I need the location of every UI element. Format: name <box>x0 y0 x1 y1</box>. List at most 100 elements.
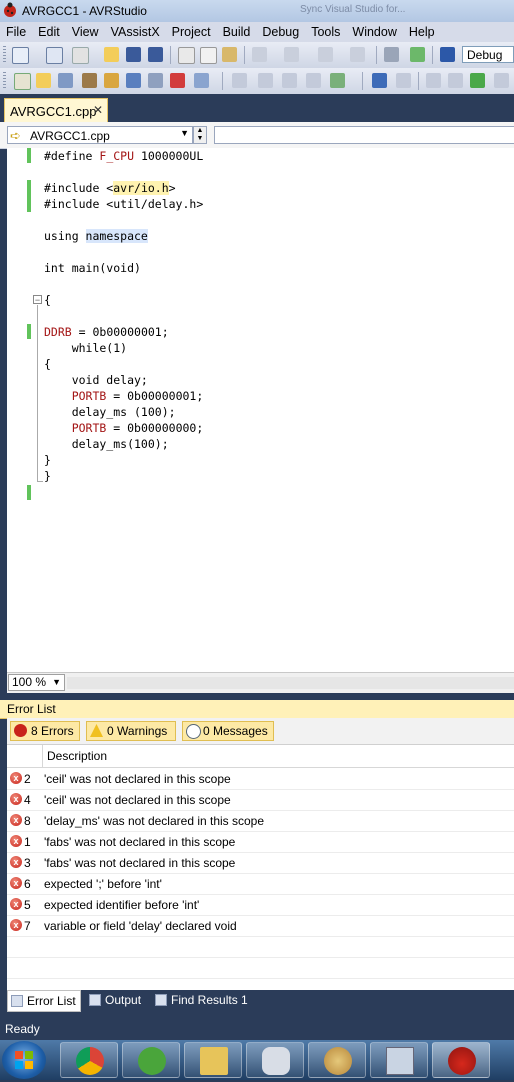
background-window-title: Sync Visual Studio for... <box>300 4 406 15</box>
stop-debugging-icon[interactable] <box>396 73 411 88</box>
undo-icon[interactable] <box>252 47 267 62</box>
outline-guide <box>37 305 38 481</box>
error-number: 3 <box>24 856 31 870</box>
document-tab-avrgcc1[interactable]: AVRGCC1.cpp ✕ <box>4 98 108 122</box>
menu-tools[interactable]: Tools <box>305 25 346 39</box>
error-message: 'fabs' was not declared in this scope <box>44 856 236 870</box>
cut-icon[interactable] <box>178 47 195 64</box>
error-row[interactable]: x 7 variable or field 'delay' declared v… <box>7 915 514 937</box>
error-row[interactable]: x 1 'fabs' was not declared in this scop… <box>7 831 514 853</box>
error-row[interactable]: x 3 'fabs' was not declared in this scop… <box>7 852 514 874</box>
save-icon[interactable] <box>126 47 141 62</box>
taskbar-explorer[interactable] <box>184 1042 242 1078</box>
close-tab-icon[interactable]: ✕ <box>93 103 103 117</box>
tab-find-results[interactable]: Find Results 1 <box>152 990 248 1012</box>
zoom-combo[interactable]: 100 % ▼ <box>8 674 65 691</box>
goto-icon[interactable] <box>126 73 141 88</box>
code-editor[interactable]: − #define F_CPU 1000000UL #include <avr/i… <box>7 148 514 672</box>
solution-config-icon[interactable] <box>384 47 399 62</box>
editor-zoom-bar: 100 % ▼ <box>7 672 514 693</box>
open-file-icon[interactable] <box>36 73 51 88</box>
code-line: DDRB = 0b00000001; <box>44 325 169 339</box>
error-row[interactable]: x 5 expected identifier before 'int' <box>7 894 514 916</box>
menu-help[interactable]: Help <box>403 25 441 39</box>
spell-check-icon[interactable] <box>170 73 185 88</box>
taskbar-calculator[interactable] <box>370 1042 428 1078</box>
step-into-icon[interactable] <box>426 73 441 88</box>
error-number: 8 <box>24 814 31 828</box>
messages-filter-button[interactable]: 0 Messages <box>182 721 274 741</box>
taskbar-paint[interactable] <box>308 1042 366 1078</box>
new-project-icon[interactable] <box>12 47 29 64</box>
refactor-icon[interactable] <box>148 73 163 88</box>
errors-filter-button[interactable]: 8 Errors <box>10 721 80 741</box>
title-bar: AVRGCC1 - AVRStudio Sync Visual Studio f… <box>0 0 514 22</box>
redo-icon[interactable] <box>284 47 299 62</box>
taskbar-chrome[interactable] <box>60 1042 118 1078</box>
error-row[interactable]: x 6 expected ';' before 'int' <box>7 873 514 895</box>
error-icon <box>14 724 27 737</box>
error-number: 1 <box>24 835 31 849</box>
bookmark-icon[interactable] <box>306 73 321 88</box>
tab-error-list[interactable]: Error List <box>7 990 81 1012</box>
step-out-icon[interactable] <box>494 73 509 88</box>
toolbar-grip[interactable] <box>3 46 6 64</box>
split-scroll-icon[interactable]: ▲ ▼ <box>193 126 207 144</box>
device-programming-icon[interactable] <box>330 73 345 88</box>
error-row[interactable]: x 8 'delay_ms' was not declared in this … <box>7 810 514 832</box>
indent-icon[interactable] <box>282 73 297 88</box>
error-icon: x <box>10 835 22 847</box>
find-symbol-icon[interactable] <box>58 73 73 88</box>
file-scope-combo[interactable]: ➪ AVRGCC1.cpp ▼ <box>7 126 193 144</box>
error-row[interactable]: x 2 'ceil' was not declared in this scop… <box>7 768 514 790</box>
menu-build[interactable]: Build <box>217 25 257 39</box>
open-folder-icon[interactable] <box>104 47 119 62</box>
taskbar-avrstudio[interactable] <box>432 1042 490 1078</box>
tab-output[interactable]: Output <box>86 990 141 1012</box>
paste-icon[interactable] <box>222 47 237 62</box>
find-references-icon[interactable] <box>82 73 97 88</box>
hashtag-icon[interactable] <box>104 73 119 88</box>
error-row[interactable]: x 4 'ceil' was not declared in this scop… <box>7 789 514 811</box>
add-item-icon[interactable] <box>46 47 63 64</box>
menu-debug[interactable]: Debug <box>256 25 305 39</box>
menu-view[interactable]: View <box>66 25 105 39</box>
pause-break-icon[interactable] <box>440 47 455 62</box>
paste-snippet-icon[interactable] <box>194 73 209 88</box>
save-all-icon[interactable] <box>148 47 163 62</box>
run-icon[interactable] <box>470 73 485 88</box>
step-over-icon[interactable] <box>448 73 463 88</box>
start-debugging-icon[interactable] <box>410 47 425 62</box>
menu-file[interactable]: File <box>0 25 32 39</box>
menu-edit[interactable]: Edit <box>32 25 66 39</box>
menu-vassistx[interactable]: VAssistX <box>105 25 166 39</box>
navigation-bar: ➪ AVRGCC1.cpp ▼ ▲ ▼ <box>0 122 514 149</box>
member-combo[interactable] <box>214 126 514 144</box>
add-item-disabled-icon[interactable] <box>72 47 89 64</box>
navigate-forward-icon[interactable] <box>350 47 365 62</box>
toolbar-grip[interactable] <box>3 72 6 90</box>
checklist-icon[interactable] <box>14 73 31 90</box>
windows-logo-icon <box>15 1051 33 1069</box>
collapse-outline-icon[interactable]: − <box>33 295 42 305</box>
code-line: { <box>44 357 51 371</box>
uncomment-icon[interactable] <box>258 73 273 88</box>
warning-icon <box>90 724 103 737</box>
menu-window[interactable]: Window <box>346 25 402 39</box>
error-icon: x <box>10 772 22 784</box>
solution-configuration-combo[interactable]: Debug <box>462 46 514 63</box>
comment-icon[interactable] <box>232 73 247 88</box>
debug-continue-icon[interactable] <box>372 73 387 88</box>
taskbar-utorrent[interactable] <box>122 1042 180 1078</box>
code-line: delay_ms (100); <box>44 405 176 419</box>
menu-project[interactable]: Project <box>166 25 217 39</box>
navigate-backward-icon[interactable] <box>318 47 333 62</box>
description-column-header[interactable]: Description <box>47 749 107 763</box>
start-button[interactable] <box>2 1041 46 1079</box>
windows-taskbar <box>0 1040 514 1080</box>
copy-icon[interactable] <box>200 47 217 64</box>
warnings-filter-button[interactable]: 0 Warnings <box>86 721 176 741</box>
status-bar: Ready <box>0 1018 514 1040</box>
horizontal-scrollbar[interactable] <box>67 677 514 689</box>
taskbar-games[interactable] <box>246 1042 304 1078</box>
